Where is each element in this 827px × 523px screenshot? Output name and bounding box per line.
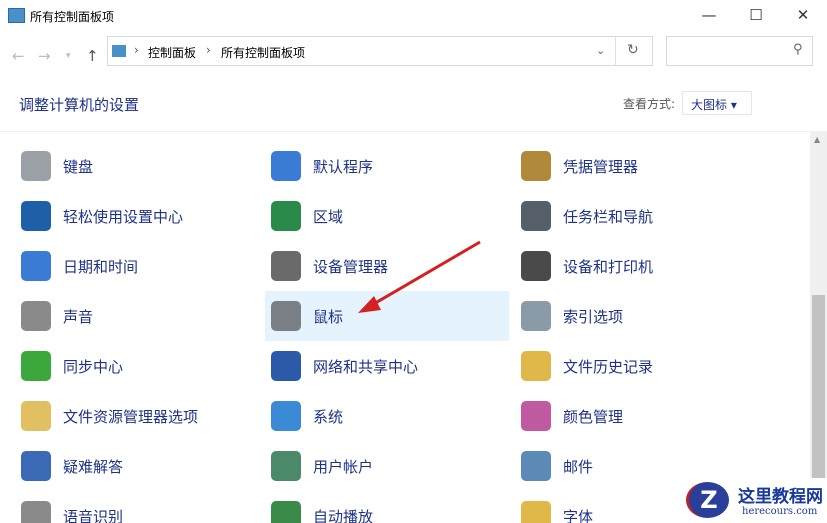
vertical-scrollbar[interactable]: ▲ xyxy=(810,131,827,523)
watermark-name: 这里教程网 xyxy=(738,487,823,507)
watermark-logo: Z xyxy=(686,482,729,518)
watermark-url: herecours.com xyxy=(742,506,818,517)
scrollbar-thumb[interactable] xyxy=(812,295,825,485)
watermark: Z 这里教程网 herecours.com xyxy=(680,478,827,523)
red-arrow-annotation xyxy=(358,240,481,313)
